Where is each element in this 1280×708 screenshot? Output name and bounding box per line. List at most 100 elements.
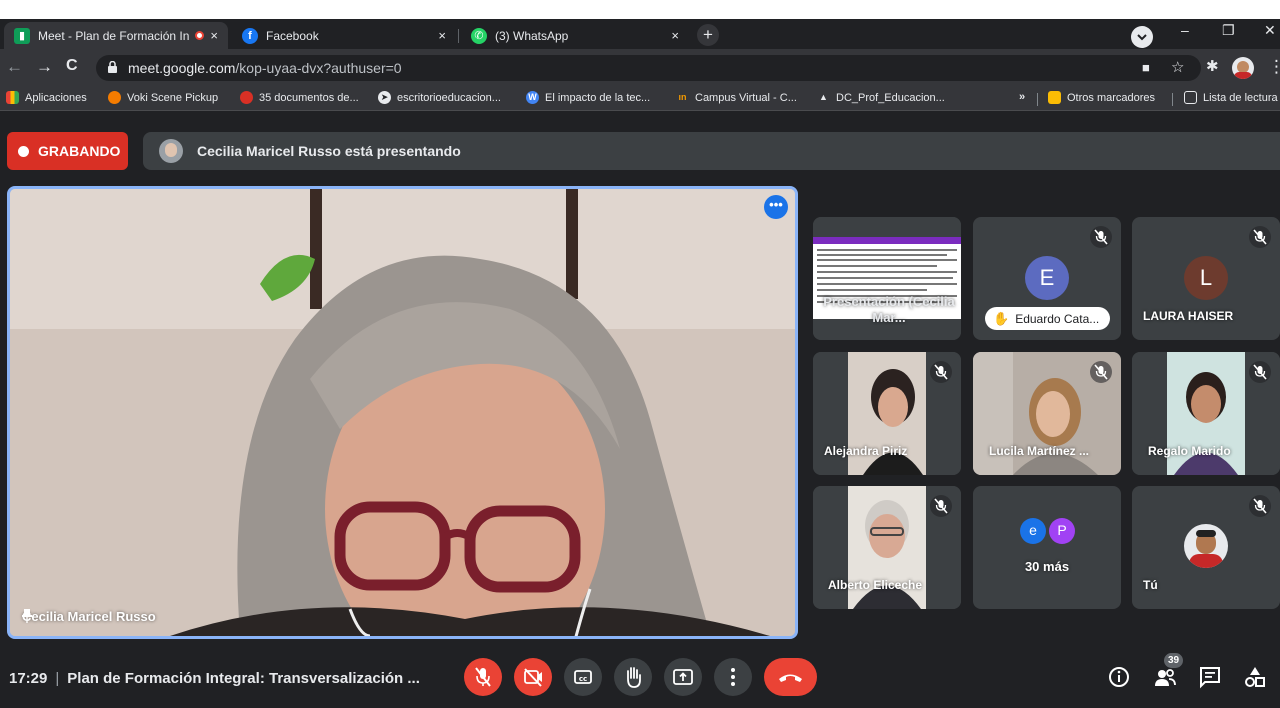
present-screen-icon	[673, 669, 693, 685]
browser-tab-bar: ▮ Meet - Plan de Formación In × f Facebo…	[0, 19, 1280, 49]
tab-facebook-title: Facebook	[266, 28, 319, 43]
tab-whatsapp[interactable]: ✆ (3) WhatsApp ×	[461, 22, 689, 49]
bookmark-label: Voki Scene Pickup	[127, 91, 219, 104]
tile-name: LAURA HAISER	[1143, 309, 1234, 323]
address-bar[interactable]: meet.google.com/kop-uyaa-dvx?authuser=0 …	[96, 55, 1201, 81]
reading-list-icon	[1184, 91, 1197, 104]
close-tab-icon[interactable]: ×	[210, 28, 218, 43]
main-video-tile[interactable]: ••• Cecilia Maricel Russo	[7, 186, 798, 639]
toggle-mic-button[interactable]	[464, 658, 502, 696]
new-tab-button[interactable]: +	[697, 24, 719, 46]
participant-tile-lucila[interactable]: Lucila Martínez ...	[973, 352, 1121, 475]
other-bookmarks-folder[interactable]: Otros marcadores	[1048, 91, 1155, 104]
url-host: meet.google.com	[128, 60, 236, 76]
escritorio-icon: ➤	[378, 91, 391, 104]
participant-tile-alberto[interactable]: Alberto Eliceche	[813, 486, 961, 609]
bookmark-item[interactable]: Voki Scene Pickup	[108, 91, 218, 104]
toggle-camera-button[interactable]	[514, 658, 552, 696]
minimize-icon[interactable]: –	[1181, 22, 1189, 38]
tile-name: Lucila Martínez ...	[989, 444, 1090, 458]
svg-text:cc: cc	[579, 675, 587, 683]
mic-off-icon	[1090, 226, 1112, 248]
bookmark-label: escritorioeducacion...	[397, 91, 501, 104]
tab-facebook[interactable]: f Facebook ×	[232, 22, 456, 49]
leave-call-button[interactable]	[764, 658, 817, 696]
recording-indicator[interactable]: GRABANDO	[7, 132, 128, 170]
close-tab-icon[interactable]: ×	[438, 28, 446, 43]
participant-tile-eduardo[interactable]: E ✋ Eduardo Cata...	[973, 217, 1121, 340]
main-participant-label: Cecilia Maricel Russo	[22, 609, 156, 624]
bookmark-item[interactable]: W El impacto de la tec...	[526, 91, 650, 104]
meeting-details-icon[interactable]	[1105, 663, 1133, 691]
reload-icon[interactable]: C	[66, 57, 78, 75]
info-separator: |	[55, 670, 60, 687]
tab-separator	[458, 29, 459, 43]
participant-tile-laura[interactable]: L LAURA HAISER	[1132, 217, 1280, 340]
more-participants-label: 30 más	[1024, 559, 1070, 574]
bookmark-item[interactable]: Aplicaciones	[6, 91, 87, 104]
tab-search-button[interactable]	[1131, 26, 1153, 48]
vertical-dots-icon	[731, 668, 735, 686]
mic-off-icon	[475, 667, 491, 687]
participant-tile-alejandra[interactable]: Alejandra Piriz	[813, 352, 961, 475]
tile-name: Alejandra Piriz	[824, 444, 908, 458]
recording-label: GRABANDO	[38, 143, 121, 159]
bookmarks-overflow-button[interactable]: »	[1019, 91, 1025, 103]
meeting-info: 17:29 | Plan de Formación Integral: Transv…	[9, 670, 420, 687]
pin-icon	[22, 609, 32, 623]
present-screen-button[interactable]	[664, 658, 702, 696]
participant-count-badge: 39	[1164, 653, 1183, 668]
mic-off-icon	[1249, 495, 1271, 517]
camera-in-use-icon[interactable]: ■	[1142, 60, 1150, 75]
browser-menu-icon[interactable]: ⋮	[1268, 57, 1280, 77]
bookmark-item[interactable]: 35 documentos de...	[240, 91, 359, 104]
meeting-controls-bar: 17:29 | Plan de Formación Integral: Transv…	[0, 640, 1280, 708]
camera-off-icon	[524, 668, 542, 687]
mic-off-icon	[1249, 226, 1271, 248]
tile-name: Alberto Eliceche	[828, 578, 923, 592]
meet-app: GRABANDO Cecilia Maricel Russo está pres…	[0, 112, 1280, 708]
participant-tile-presentation[interactable]: Presentación (Cecilia Mar...	[813, 217, 961, 340]
presenter-avatar	[159, 139, 183, 163]
wordpress-icon: W	[526, 91, 539, 104]
captions-button[interactable]: cc	[564, 658, 602, 696]
restore-icon[interactable]: ❐	[1222, 22, 1235, 39]
campus-icon: ın	[678, 92, 687, 102]
captions-icon: cc	[574, 670, 592, 684]
close-window-icon[interactable]: ✕	[1264, 22, 1276, 39]
forward-arrow-icon[interactable]: →	[36, 57, 53, 77]
bookmark-star-icon[interactable]: ☆	[1171, 58, 1184, 76]
presenting-text: Cecilia Maricel Russo está presentando	[197, 143, 461, 159]
profile-avatar[interactable]	[1232, 57, 1254, 79]
tab-meet[interactable]: ▮ Meet - Plan de Formación In ×	[4, 22, 228, 49]
bookmark-item[interactable]: ın Campus Virtual - C...	[676, 91, 797, 104]
tile-name: Tú	[1143, 578, 1158, 592]
extensions-puzzle-icon[interactable]: ✱	[1206, 57, 1219, 75]
avatar-p-small: P	[1049, 518, 1075, 544]
other-bookmarks-label: Otros marcadores	[1067, 91, 1156, 104]
more-options-menu-button[interactable]	[714, 658, 752, 696]
activities-icon[interactable]	[1241, 663, 1269, 691]
self-avatar	[1184, 524, 1228, 568]
meet-icon: ▮	[14, 27, 30, 44]
tile-name: Regalo Marido	[1148, 444, 1231, 458]
bookmarks-bar: Aplicaciones Voki Scene Pickup 35 docume…	[0, 87, 1280, 111]
close-tab-icon[interactable]: ×	[671, 28, 679, 43]
participant-tile-self[interactable]: Tú	[1132, 486, 1280, 609]
raised-hand-chip: ✋ Eduardo Cata...	[985, 307, 1110, 330]
url-text: meet.google.com/kop-uyaa-dvx?authuser=0	[128, 60, 402, 76]
bookmark-item[interactable]: ➤ escritorioeducacion...	[378, 91, 501, 104]
participant-tile-regalo[interactable]: Regalo Marido	[1132, 352, 1280, 475]
speaker-video-image	[10, 189, 795, 636]
raise-hand-button[interactable]	[614, 658, 652, 696]
bookmark-item[interactable]: ▲ DC_Prof_Educacion...	[817, 91, 945, 104]
chat-icon[interactable]	[1196, 663, 1224, 691]
more-options-button[interactable]: •••	[764, 195, 788, 219]
mic-off-icon	[930, 361, 952, 383]
participant-tile-more[interactable]: e P 30 más	[973, 486, 1121, 609]
back-arrow-icon[interactable]: ←	[6, 57, 23, 77]
raised-hand-icon: ✋	[993, 310, 1010, 326]
whatsapp-icon: ✆	[471, 27, 487, 44]
reading-list-button[interactable]: Lista de lectura	[1184, 91, 1278, 104]
reading-list-label: Lista de lectura	[1203, 91, 1278, 104]
